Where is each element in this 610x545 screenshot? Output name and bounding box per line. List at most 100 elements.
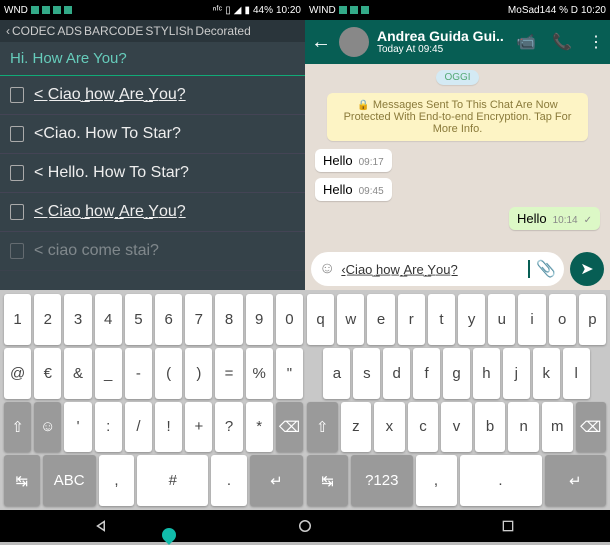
tab-decorated[interactable]: Decorated (195, 24, 250, 38)
keyboard-key[interactable]: , (99, 455, 135, 506)
keyboard-key[interactable]: a (323, 348, 350, 399)
keyboard-key[interactable]: v (441, 402, 472, 453)
font-style-item[interactable]: < C̲i̲a̲o̲ ̲h̲o̲w̲ ̲A̲r̲e̲ ̲Y̲o̲u̲? (0, 76, 305, 115)
keyboard-key[interactable]: i (518, 294, 545, 345)
message-input-box[interactable]: ☺ ‹C̲i̲a̲o̲ ̲h̲o̲w̲ ̲A̲r̲e̲ ̲Y̲o̲u̲? 📎 (311, 252, 564, 286)
keyboard-key[interactable]: " (276, 348, 303, 399)
keyboard-key[interactable]: ↵ (545, 455, 607, 506)
keyboard-key[interactable]: @ (4, 348, 31, 399)
keyboard-key[interactable]: l (563, 348, 590, 399)
emoji-icon[interactable]: ☺ (319, 260, 335, 278)
keyboard-key[interactable]: 7 (185, 294, 212, 345)
keyboard-key[interactable]: j (503, 348, 530, 399)
keyboard-key[interactable]: ☺ (34, 402, 61, 453)
font-style-item[interactable]: <Ciao. How To Star? (0, 115, 305, 154)
keyboard-key[interactable]: h (473, 348, 500, 399)
tab-ads[interactable]: ADS (57, 24, 82, 38)
nav-home-icon[interactable] (293, 514, 317, 538)
keyboard-key[interactable]: q (307, 294, 334, 345)
keyboard-key[interactable]: u (488, 294, 515, 345)
keyboard-key[interactable]: b (475, 402, 506, 453)
keyboard-key[interactable]: z (341, 402, 372, 453)
keyboard-key[interactable]: & (64, 348, 91, 399)
keyboard-key[interactable]: ⌫ (276, 402, 303, 453)
keyboard-key[interactable]: 4 (95, 294, 122, 345)
keyboard-key[interactable]: d (383, 348, 410, 399)
keyboard-key[interactable]: p (579, 294, 606, 345)
keyboard-key[interactable]: w (337, 294, 364, 345)
message-bubble-outgoing[interactable]: Hello 10:14 ✓ (509, 207, 600, 230)
tab-barcode[interactable]: BARCODE (84, 24, 143, 38)
keyboard-key[interactable]: f (413, 348, 440, 399)
keyboard-key[interactable]: k (533, 348, 560, 399)
keyboard-key[interactable]: m (542, 402, 573, 453)
keyboard-key[interactable]: ↹ (4, 455, 40, 506)
keyboard-key[interactable]: . (460, 455, 542, 506)
keyboard-key[interactable]: ↵ (250, 455, 303, 506)
keyboard-key[interactable]: 1 (4, 294, 31, 345)
keyboard-key[interactable]: ⌫ (576, 402, 607, 453)
nav-back-icon[interactable] (90, 514, 114, 538)
keyboard-key[interactable]: s (353, 348, 380, 399)
copy-icon[interactable] (10, 165, 24, 181)
chat-messages-area[interactable]: OGGI 🔒 Messages Sent To This Chat Are No… (305, 64, 610, 248)
font-input-area[interactable]: Hi. How Are You? (0, 42, 305, 76)
message-bubble-incoming[interactable]: Hello 09:17 (315, 149, 392, 172)
font-style-item[interactable]: < C̲i̲a̲o̲ ̲h̲o̲w̲ ̲A̲r̲e̲ ̲Y̲o̲u̲? (0, 193, 305, 232)
keyboard-key[interactable]: , (416, 455, 457, 506)
font-input-text[interactable]: Hi. How Are You? (10, 50, 295, 67)
keyboard-key[interactable]: ( (155, 348, 182, 399)
keyboard-key[interactable]: 3 (64, 294, 91, 345)
keyboard-key[interactable]: # (137, 455, 208, 506)
copy-icon[interactable] (10, 126, 24, 142)
copy-icon[interactable] (10, 204, 24, 220)
copy-icon[interactable] (10, 243, 24, 259)
keyboard-key[interactable]: ? (215, 402, 242, 453)
keyboard-key[interactable]: % (246, 348, 273, 399)
video-call-icon[interactable]: 📹 (516, 32, 536, 52)
keyboard-key[interactable]: = (215, 348, 242, 399)
keyboard-key[interactable]: ' (64, 402, 91, 453)
keyboard-key[interactable]: ↹ (307, 455, 348, 506)
send-button[interactable]: ➤ (570, 252, 604, 286)
keyboard-key[interactable]: ! (155, 402, 182, 453)
tab-stylish[interactable]: STYLISh (145, 24, 193, 38)
keyboard-key[interactable]: 6 (155, 294, 182, 345)
keyboard-key[interactable]: c (408, 402, 439, 453)
contact-info[interactable]: Andrea Guida Gui.. Today At 09:45 (377, 29, 508, 55)
font-style-item[interactable]: < Hello. How To Star? (0, 154, 305, 193)
keyboard-key[interactable]: o (549, 294, 576, 345)
keyboard-key[interactable]: ⇧ (4, 402, 31, 453)
keyboard-key[interactable]: 9 (246, 294, 273, 345)
keyboard-key[interactable]: ) (185, 348, 212, 399)
tab-codec[interactable]: CODEC (12, 24, 55, 38)
keyboard-key[interactable]: * (246, 402, 273, 453)
keyboard-key[interactable]: n (508, 402, 539, 453)
keyboard-key[interactable]: g (443, 348, 470, 399)
message-input-text[interactable]: ‹C̲i̲a̲o̲ ̲h̲o̲w̲ ̲A̲r̲e̲ ̲Y̲o̲u̲? (341, 262, 522, 277)
keyboard-key[interactable]: : (95, 402, 122, 453)
keyboard-key[interactable]: ABC (43, 455, 96, 506)
keyboard-key[interactable]: y (458, 294, 485, 345)
nav-recent-icon[interactable] (496, 514, 520, 538)
keyboard-key[interactable]: 2 (34, 294, 61, 345)
keyboard-key[interactable]: 8 (215, 294, 242, 345)
keyboard-key[interactable]: ⇧ (307, 402, 338, 453)
keyboard-key[interactable]: _ (95, 348, 122, 399)
avatar[interactable] (339, 27, 369, 57)
back-chevron-icon[interactable]: ‹ (6, 24, 10, 38)
voice-call-icon[interactable]: 📞 (552, 32, 572, 52)
keyboard-key[interactable]: ?123 (351, 455, 413, 506)
keyboard-key[interactable]: t (428, 294, 455, 345)
keyboard-key[interactable]: - (125, 348, 152, 399)
keyboard-key[interactable]: x (374, 402, 405, 453)
back-arrow-icon[interactable]: ← (311, 31, 331, 54)
font-style-item[interactable]: < ciao come stai? (0, 232, 305, 271)
keyboard-key[interactable]: . (211, 455, 247, 506)
message-bubble-incoming[interactable]: Hello 09:45 (315, 178, 392, 201)
keyboard-key[interactable]: r (398, 294, 425, 345)
encryption-notice[interactable]: 🔒 Messages Sent To This Chat Are Now Pro… (327, 93, 588, 141)
keyboard-key[interactable]: 5 (125, 294, 152, 345)
keyboard-key[interactable]: 0 (276, 294, 303, 345)
keyboard-key[interactable]: + (185, 402, 212, 453)
